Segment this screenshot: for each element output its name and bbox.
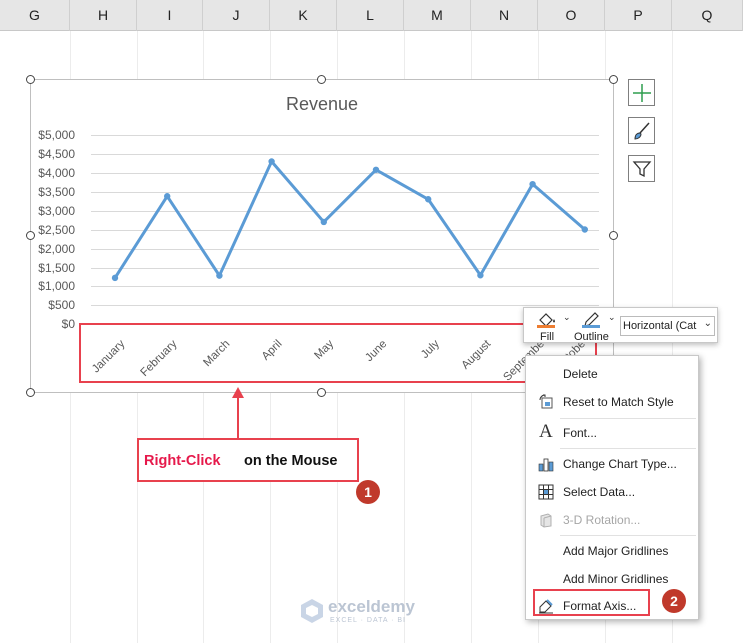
menu-item-label: Select Data... (563, 485, 636, 499)
chevron-down-icon: ⌄ (703, 318, 712, 329)
menu-separator (560, 418, 696, 419)
axis-highlight-box (79, 323, 597, 383)
data-point-march[interactable] (216, 272, 223, 279)
chart-styles-button[interactable] (628, 117, 655, 144)
menu-item-font[interactable]: A Font... (526, 420, 698, 446)
fill-button[interactable]: ⌄ Fill (532, 310, 571, 343)
rotation-3d-icon (540, 513, 552, 528)
menu-item-reset-style[interactable]: Reset to Match Style (526, 389, 698, 415)
column-header-j[interactable]: J (203, 0, 270, 31)
outline-label: Outline (574, 331, 609, 343)
menu-item-label: Font... (563, 426, 598, 440)
data-point-february[interactable] (164, 193, 171, 200)
right-click-callout: Right-Click on the Mouse (137, 438, 359, 482)
format-mini-toolbar: ⌄ Fill ⌄ Outline Horizontal (Cat ⌄ (523, 307, 718, 343)
column-header-o[interactable]: O (538, 0, 605, 31)
column-header-m[interactable]: M (404, 0, 471, 31)
chart-elements-button[interactable] (628, 79, 655, 106)
chevron-down-icon: ⌄ (563, 312, 571, 322)
resize-handle-bottom[interactable] (317, 388, 326, 397)
menu-item-label: 3-D Rotation... (563, 513, 641, 527)
chart-type-icon (538, 458, 554, 472)
menu-item-label: Change Chart Type... (563, 457, 677, 471)
reset-style-icon (539, 394, 553, 409)
exceldemy-logo-icon (301, 599, 323, 623)
context-menu: Delete Reset to Match Style A Font... Ch… (525, 355, 699, 620)
column-header-p[interactable]: P (605, 0, 672, 31)
data-point-may[interactable] (320, 218, 327, 226)
revenue-series-line[interactable] (113, 159, 586, 279)
column-header-q[interactable]: Q (672, 0, 743, 31)
resize-handle-top-right[interactable] (609, 75, 618, 84)
column-header-i[interactable]: I (137, 0, 203, 31)
column-header-bar: G H I J K L M N O P Q (0, 0, 743, 31)
fill-label: Fill (540, 331, 555, 343)
outline-color-swatch (582, 325, 600, 328)
menu-item-change-chart-type[interactable]: Change Chart Type... (526, 451, 698, 477)
resize-handle-bottom-left[interactable] (26, 388, 35, 397)
column-header-k[interactable]: K (270, 0, 337, 31)
step-badge-1: 1 (356, 480, 380, 504)
watermark: exceldemy EXCEL · DATA · BI (300, 596, 450, 628)
data-point-july[interactable] (425, 196, 432, 203)
menu-separator (560, 535, 696, 536)
outline-button[interactable]: ⌄ Outline (574, 310, 618, 343)
column-header-g[interactable]: G (0, 0, 70, 31)
resize-handle-top-left[interactable] (26, 75, 35, 84)
resize-handle-top[interactable] (317, 75, 326, 84)
menu-separator (560, 448, 696, 449)
watermark-tagline: EXCEL · DATA · BI (330, 617, 406, 624)
column-header-l[interactable]: L (337, 0, 404, 31)
chart-element-dropdown[interactable]: Horizontal (Cat ⌄ (620, 316, 715, 336)
font-icon: A (539, 421, 553, 442)
data-point-august[interactable] (477, 272, 484, 279)
callout-action-text: Right-Click (144, 453, 221, 469)
watermark-brand: exceldemy (328, 597, 415, 616)
filter-icon (632, 160, 651, 177)
fill-bucket-icon (537, 313, 555, 328)
chart-element-dropdown-value: Horizontal (Cat (623, 320, 697, 332)
menu-item-label: Delete (563, 367, 598, 381)
callout-rest-text: on the Mouse (244, 453, 338, 469)
step-badge-2: 2 (662, 589, 686, 613)
column-header-h[interactable]: H (70, 0, 137, 31)
menu-item-label: Reset to Match Style (563, 395, 674, 409)
column-header-n[interactable]: N (471, 0, 538, 31)
menu-item-label: Add Minor Gridlines (563, 572, 669, 586)
data-point-june[interactable] (372, 166, 380, 173)
select-data-icon (538, 484, 554, 500)
data-point-september[interactable] (529, 180, 536, 188)
data-point-april[interactable] (268, 158, 275, 165)
data-point-october[interactable] (581, 226, 588, 233)
revenue-chart[interactable]: Revenue $5,000 $4,500 $4,000 $3,500 $3,0… (30, 79, 614, 393)
outline-pen-icon (582, 312, 600, 328)
annotation-arrow (232, 387, 244, 438)
format-axis-highlight (533, 589, 650, 616)
menu-item-delete[interactable]: Delete (526, 361, 698, 387)
chevron-down-icon: ⌄ (608, 312, 616, 322)
fill-color-swatch (537, 325, 555, 328)
brush-icon (633, 121, 650, 140)
resize-handle-left[interactable] (26, 231, 35, 240)
data-point-january[interactable] (111, 274, 119, 282)
menu-item-3d-rotation: 3-D Rotation... (526, 507, 698, 533)
menu-item-label: Add Major Gridlines (563, 544, 669, 558)
menu-item-add-major-gridlines[interactable]: Add Major Gridlines (526, 538, 698, 564)
plus-icon (632, 83, 651, 102)
resize-handle-right[interactable] (609, 231, 618, 240)
menu-item-select-data[interactable]: Select Data... (526, 479, 698, 505)
chart-filters-button[interactable] (628, 155, 655, 182)
